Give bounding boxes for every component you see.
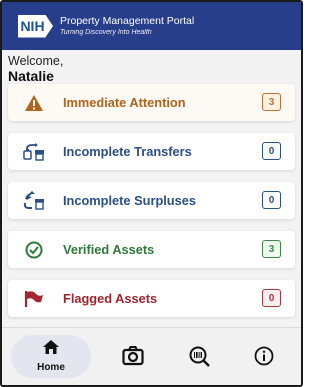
- welcome-block: Welcome, Natalie: [2, 50, 301, 84]
- count-badge: 0: [262, 142, 281, 160]
- dashboard-cards: Immediate Attention 3 Incomplete Transfe…: [2, 84, 301, 317]
- nav-info-button[interactable]: [254, 346, 274, 371]
- count-badge: 3: [262, 93, 281, 111]
- portal-subtitle: Turning Discovery Into Health: [60, 28, 152, 36]
- portal-title-block: Property Management Portal Turning Disco…: [60, 16, 194, 36]
- nih-logo[interactable]: NIH Property Management Portal Turning D…: [18, 13, 194, 40]
- nav-barcode-search-button[interactable]: [189, 346, 211, 373]
- nih-logo-mark: NIH: [18, 14, 53, 38]
- app-frame: NIH Property Management Portal Turning D…: [0, 0, 303, 387]
- card-label: Flagged Assets: [63, 291, 158, 306]
- card-immediate-attention[interactable]: Immediate Attention 3: [8, 84, 295, 121]
- portal-title: Property Management Portal: [60, 15, 195, 28]
- card-label: Incomplete Transfers: [63, 144, 192, 159]
- barcode-search-icon: [189, 346, 211, 373]
- card-label: Immediate Attention: [63, 95, 186, 110]
- app-header: NIH Property Management Portal Turning D…: [2, 2, 301, 50]
- info-icon: [254, 346, 274, 371]
- welcome-label: Welcome,: [8, 54, 64, 68]
- user-name: Natalie: [8, 68, 54, 84]
- card-label: Incomplete Surpluses: [63, 193, 196, 208]
- card-verified-assets[interactable]: Verified Assets 3: [8, 231, 295, 268]
- check-circle-icon: [23, 241, 45, 259]
- nav-home-label: Home: [37, 362, 65, 373]
- nav-camera-button[interactable]: [122, 346, 144, 371]
- count-badge: 0: [262, 289, 281, 307]
- warning-icon: [23, 94, 45, 112]
- camera-icon: [122, 346, 144, 371]
- count-badge: 0: [262, 191, 281, 209]
- recycle-icon: [23, 191, 45, 210]
- card-flagged-assets[interactable]: Flagged Assets 0: [8, 280, 295, 317]
- count-badge: 3: [262, 240, 281, 258]
- home-icon: [43, 340, 59, 359]
- card-incomplete-transfers[interactable]: Incomplete Transfers 0: [8, 133, 295, 170]
- card-label: Verified Assets: [63, 242, 155, 257]
- flag-icon: [23, 290, 45, 308]
- bottom-nav: Home: [2, 327, 301, 385]
- card-incomplete-surpluses[interactable]: Incomplete Surpluses 0: [8, 182, 295, 219]
- nav-home-button[interactable]: Home: [11, 335, 91, 378]
- transfer-icon: [23, 142, 45, 161]
